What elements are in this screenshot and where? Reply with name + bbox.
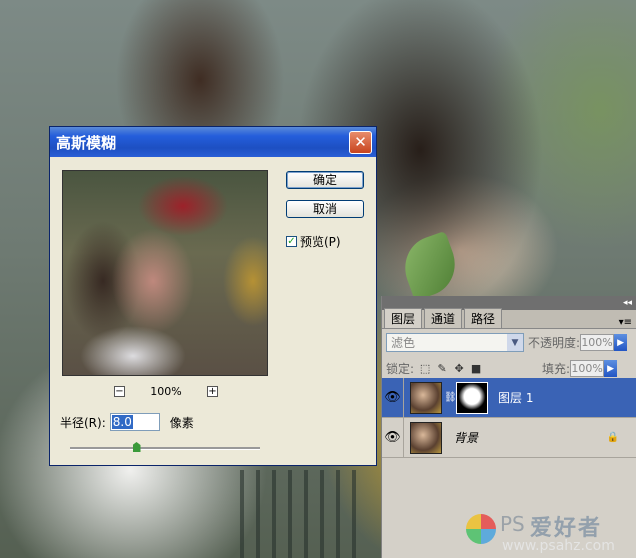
ok-button[interactable]: 确定 [286, 171, 364, 189]
tab-layers[interactable]: 图层 [384, 308, 423, 328]
checkmark-icon[interactable]: ✓ [286, 236, 297, 247]
lock-row: 锁定: ⬚ ✎ ✥ ■ 填充: 100% ▶ [386, 360, 618, 377]
slider-thumb[interactable] [132, 442, 141, 452]
layer-thumbnail [410, 381, 442, 414]
preview-checkbox-label: 预览(P) [300, 235, 341, 249]
opacity-label: 不透明度: [528, 336, 581, 350]
dialog-title: 高斯模糊 [56, 133, 117, 152]
zoom-out-button[interactable]: − [114, 385, 125, 397]
opacity-field[interactable]: 100% [580, 334, 615, 351]
radius-unit: 像素 [169, 415, 194, 430]
watermark-logo [466, 514, 496, 544]
layer-row-background[interactable]: 👁 背景 🔒 [382, 417, 636, 458]
blend-row: 滤色 ▼ 不透明度: 100% ▶ [386, 333, 628, 352]
lock-label: 锁定: [386, 362, 415, 376]
gaussian-blur-dialog: 高斯模糊 ✕ − 100% + 确定 取消 ✓ 预览(P) 半径(R): 8.0… [49, 126, 377, 466]
radius-row: 半径(R): 8.0 像素 [60, 413, 194, 431]
lock-icon: 🔒 [606, 432, 619, 443]
eye-icon[interactable]: 👁 [382, 377, 404, 418]
fill-arrow-button[interactable]: ▶ [604, 360, 618, 377]
watermark-url: www.psahz.com [502, 538, 615, 554]
lock-brush-icon[interactable]: ✎ [436, 362, 448, 375]
chevron-down-icon: ▼ [507, 334, 523, 351]
zoom-in-button[interactable]: + [206, 385, 218, 397]
close-button[interactable]: ✕ [349, 130, 372, 154]
panel-menu-icon[interactable]: ▾≡ [619, 317, 636, 328]
panel-tabs: 图层 通道 路径 ▾≡ [382, 308, 636, 329]
lock-transparent-icon[interactable]: ⬚ [419, 362, 431, 375]
fill-field[interactable]: 100% [570, 360, 605, 377]
layer-row-1[interactable]: 👁 ⛓ 图层 1 [382, 377, 636, 418]
tab-paths[interactable]: 路径 [464, 308, 503, 328]
collapse-icon[interactable]: ◂◂ [623, 298, 632, 308]
layer-name: 背景 [454, 431, 479, 445]
fill-label: 填充: [542, 362, 571, 376]
layer-mask-thumbnail[interactable] [456, 381, 488, 414]
fence-decoration [240, 470, 360, 558]
zoom-level: 100% [150, 384, 182, 398]
radius-slider[interactable] [70, 442, 260, 452]
tab-channels[interactable]: 通道 [424, 308, 463, 328]
eye-icon[interactable]: 👁 [382, 417, 404, 458]
link-icon[interactable]: ⛓ [444, 392, 457, 403]
layer-thumbnail [410, 421, 442, 454]
blend-mode-select[interactable]: 滤色 ▼ [386, 333, 524, 352]
blur-preview[interactable] [62, 170, 268, 376]
leaf-decoration [395, 230, 465, 302]
preview-checkbox[interactable]: ✓ 预览(P) [286, 233, 341, 250]
radius-input[interactable]: 8.0 [109, 413, 160, 431]
radius-value: 8.0 [111, 415, 133, 429]
dialog-title-bar[interactable]: 高斯模糊 ✕ [50, 127, 376, 157]
opacity-arrow-button[interactable]: ▶ [614, 334, 628, 351]
lock-move-icon[interactable]: ✥ [453, 362, 465, 375]
layer-name: 图层 1 [498, 391, 534, 405]
cancel-button[interactable]: 取消 [286, 200, 364, 218]
watermark-prefix: PS [500, 512, 525, 536]
lock-all-icon[interactable]: ■ [470, 362, 482, 375]
zoom-controls: − 100% + [114, 383, 218, 399]
close-icon: ✕ [354, 133, 367, 151]
blend-mode-value: 滤色 [391, 336, 416, 350]
radius-label: 半径(R): [60, 415, 106, 430]
